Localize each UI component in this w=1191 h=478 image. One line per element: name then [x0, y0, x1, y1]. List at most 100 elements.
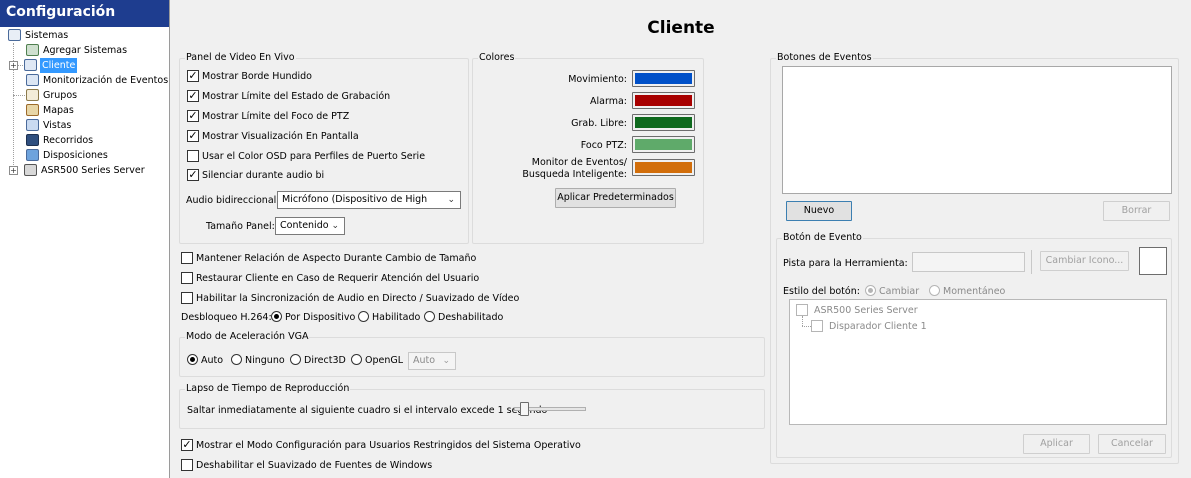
- chevron-down-icon: ⌄: [442, 356, 450, 366]
- radio-button[interactable]: [358, 311, 369, 322]
- style-toggle-radio[interactable]: Cambiar: [865, 285, 919, 299]
- cancel-button[interactable]: Cancelar: [1098, 434, 1166, 454]
- sidebar-item-recorridos[interactable]: Recorridos: [0, 133, 169, 148]
- radio-button[interactable]: [351, 354, 362, 365]
- h264-disabled-radio[interactable]: Deshabilitado: [424, 311, 503, 325]
- vga-none-radio[interactable]: Ninguno: [231, 354, 285, 368]
- checkbox-box[interactable]: [181, 292, 193, 304]
- apply-button[interactable]: Aplicar: [1023, 434, 1090, 454]
- event-buttons-title: Botones de Eventos: [776, 52, 873, 63]
- tours-icon: [26, 134, 39, 146]
- vga-acceleration-title: Modo de Aceleración VGA: [185, 331, 310, 342]
- chevron-down-icon: ⌄: [331, 221, 339, 231]
- two-way-audio-select[interactable]: Micrófono (Dispositivo de High ⌄: [277, 191, 461, 209]
- event-monitor-icon: [26, 74, 39, 86]
- colors-title: Colores: [478, 52, 516, 63]
- sidebar-title: Configuración: [0, 0, 169, 27]
- h264-per-device-radio[interactable]: Por Dispositivo: [271, 311, 355, 325]
- event-monitor-color-swatch[interactable]: [632, 159, 695, 176]
- sidebar-item-agregar-sistemas[interactable]: Agregar Sistemas: [0, 43, 169, 58]
- sidebar: Configuración Sistemas Agregar Sistemas …: [0, 0, 170, 478]
- add-system-icon: [26, 44, 39, 56]
- vga-opengl-radio[interactable]: OpenGL: [351, 354, 403, 368]
- recorder-server-icon: [24, 164, 37, 176]
- style-momentary-radio[interactable]: Momentáneo: [929, 285, 1005, 299]
- motion-color-swatch[interactable]: [632, 70, 695, 87]
- map-icon: [26, 104, 39, 116]
- checkbox-box[interactable]: ✓: [187, 90, 199, 102]
- ptz-focus-color-swatch[interactable]: [632, 136, 695, 153]
- event-buttons-list[interactable]: [782, 66, 1172, 194]
- radio-button[interactable]: [271, 311, 282, 322]
- button-style-label: Estilo del botón:: [783, 286, 860, 297]
- expand-icon[interactable]: +: [9, 166, 18, 175]
- chevron-down-icon: ⌄: [447, 195, 455, 205]
- h264-unlock-label: Desbloqueo H.264:: [181, 312, 272, 323]
- playback-slider-thumb[interactable]: [520, 402, 530, 416]
- radio-button[interactable]: [231, 354, 242, 365]
- tooltip-input[interactable]: [912, 252, 1025, 272]
- checkbox-box[interactable]: [181, 252, 193, 264]
- live-video-panel-title: Panel de Video En Vivo: [185, 52, 296, 63]
- sidebar-item-cliente[interactable]: + Cliente: [0, 58, 169, 73]
- free-recording-color-label: Grab. Libre:: [571, 118, 627, 129]
- two-way-audio-label: Audio bidireccional:: [186, 195, 280, 206]
- vga-direct3d-radio[interactable]: Direct3D: [290, 354, 346, 368]
- sidebar-item-grupos[interactable]: Grupos: [0, 88, 169, 103]
- radio-button[interactable]: [424, 311, 435, 322]
- divider: [1031, 250, 1032, 274]
- tree-connector: [802, 326, 811, 327]
- change-icon-button[interactable]: Cambiar Icono...: [1040, 251, 1129, 271]
- radio-button[interactable]: [865, 285, 876, 296]
- event-trigger-tree[interactable]: ASR500 Series Server Disparador Cliente …: [789, 299, 1167, 425]
- apply-defaults-button[interactable]: Aplicar Predeterminados: [555, 188, 676, 208]
- checkbox-box[interactable]: ✓: [181, 439, 193, 451]
- free-recording-color-swatch[interactable]: [632, 114, 695, 131]
- radio-button[interactable]: [187, 354, 198, 365]
- layouts-icon: [26, 149, 39, 161]
- sidebar-item-sistemas[interactable]: Sistemas: [0, 28, 169, 43]
- page-title: Cliente: [647, 18, 715, 38]
- server-rack-icon: [8, 29, 21, 41]
- radio-button[interactable]: [929, 285, 940, 296]
- delete-event-button[interactable]: Borrar: [1103, 201, 1170, 221]
- panel-size-select[interactable]: Contenido ⌄: [275, 217, 345, 235]
- ptz-focus-color-label: Foco PTZ:: [580, 140, 627, 151]
- sidebar-item-monitorizacion-eventos[interactable]: Monitorización de Eventos: [0, 73, 169, 88]
- checkbox-box[interactable]: [181, 459, 193, 471]
- event-button-title: Botón de Evento: [782, 232, 863, 243]
- radio-button[interactable]: [290, 354, 301, 365]
- sidebar-item-disposiciones[interactable]: Disposiciones: [0, 148, 169, 163]
- sidebar-item-mapas[interactable]: Mapas: [0, 103, 169, 118]
- checkbox-box[interactable]: [181, 272, 193, 284]
- event-monitor-color-label: Monitor de Eventos/: [531, 157, 627, 168]
- sidebar-item-asr500-server[interactable]: + ASR500 Series Server: [0, 163, 169, 178]
- tree-connector: [802, 316, 803, 326]
- smart-search-color-label: Busqueda Inteligente:: [522, 169, 627, 180]
- checkbox-box[interactable]: [796, 304, 808, 316]
- motion-color-label: Movimiento:: [568, 74, 627, 85]
- tooltip-label: Pista para la Herramienta:: [783, 258, 908, 269]
- checkbox-box[interactable]: ✓: [187, 169, 199, 181]
- checkbox-box[interactable]: [187, 150, 199, 162]
- sidebar-item-vistas[interactable]: Vistas: [0, 118, 169, 133]
- expand-icon[interactable]: +: [9, 61, 18, 70]
- views-icon: [26, 119, 39, 131]
- checkbox-box[interactable]: ✓: [187, 130, 199, 142]
- groups-icon: [26, 89, 39, 101]
- h264-enabled-radio[interactable]: Habilitado: [358, 311, 420, 325]
- panel-size-label: Tamaño Panel:: [206, 221, 275, 232]
- playback-title: Lapso de Tiempo de Reproducción: [185, 383, 351, 394]
- client-settings-icon: [24, 59, 37, 71]
- main-panel: Cliente Panel de Video En Vivo ✓ Mostrar…: [171, 0, 1191, 478]
- alarm-color-swatch[interactable]: [632, 92, 695, 109]
- vga-mode-select[interactable]: Auto ⌄: [408, 352, 456, 370]
- new-event-button[interactable]: Nuevo: [786, 201, 852, 221]
- playback-skip-text: Saltar inmediatamente al siguiente cuadr…: [187, 405, 548, 416]
- checkbox-box[interactable]: ✓: [187, 70, 199, 82]
- checkbox-box[interactable]: ✓: [187, 110, 199, 122]
- alarm-color-label: Alarma:: [590, 96, 627, 107]
- vga-auto-radio[interactable]: Auto: [187, 354, 223, 368]
- icon-preview: [1139, 247, 1167, 275]
- checkbox-box[interactable]: [811, 320, 823, 332]
